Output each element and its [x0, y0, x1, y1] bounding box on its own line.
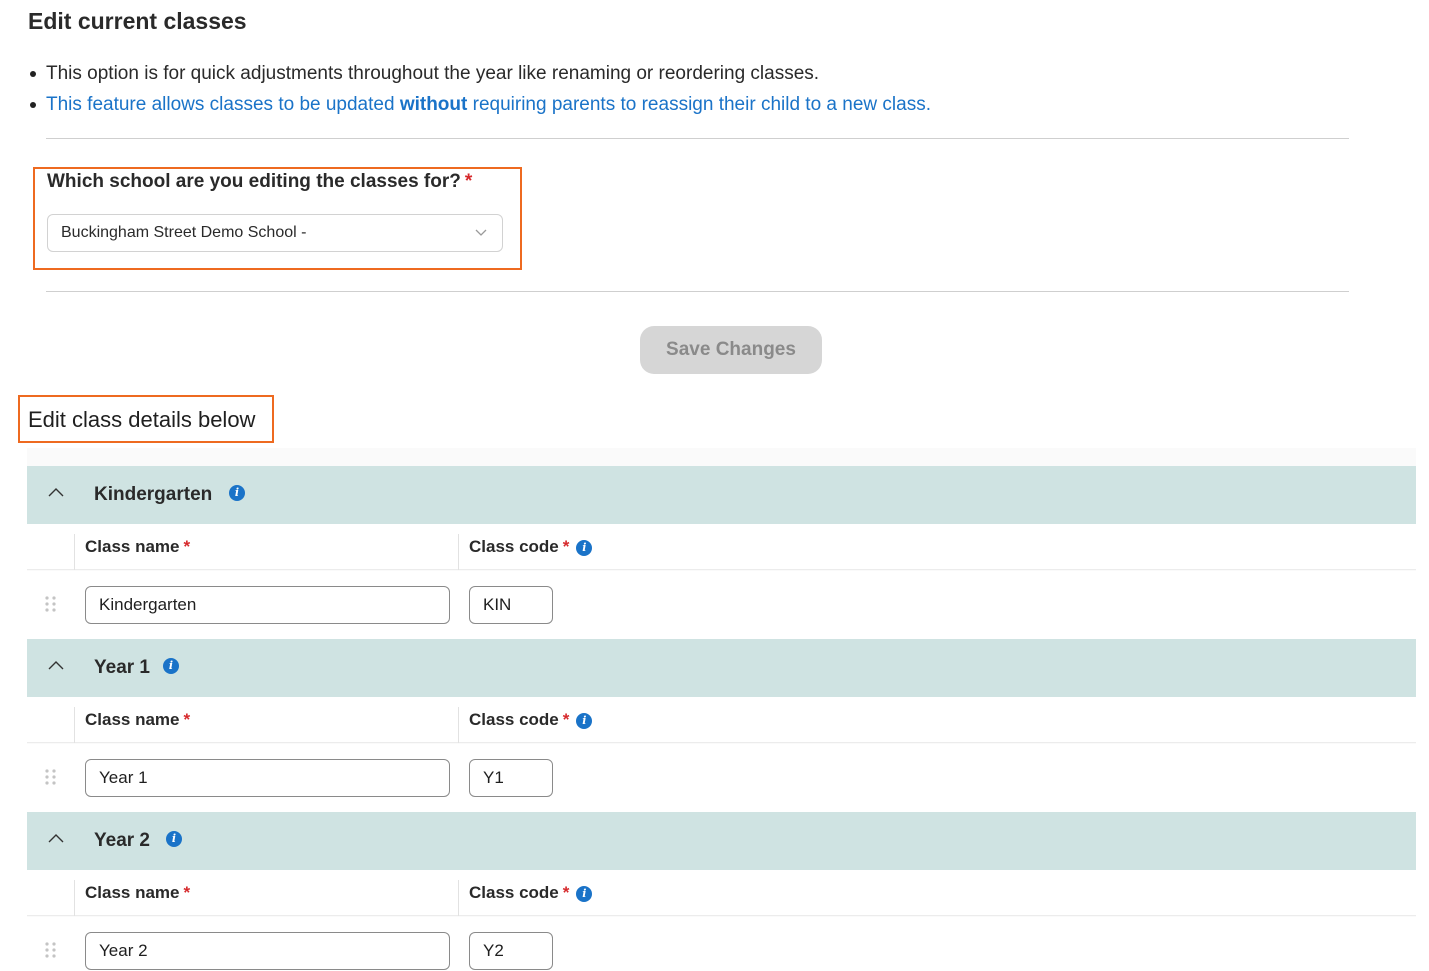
bullet-feature-post: requiring parents to reassign their chil…	[467, 94, 931, 115]
chevron-down-icon	[475, 229, 487, 236]
class-name-header: Class name *	[85, 883, 190, 903]
class-name-header: Class name *	[85, 710, 190, 730]
required-mark: *	[183, 537, 191, 556]
chevron-up-icon[interactable]	[47, 484, 65, 502]
info-bullets: This option is for quick adjustments thr…	[30, 58, 931, 120]
class-code-header-text: Class code	[469, 883, 559, 902]
class-code-header: Class code * i	[469, 710, 593, 730]
class-name-header-text: Class name	[85, 710, 180, 729]
column-separator	[74, 707, 75, 743]
class-row-kindergarten	[27, 571, 1416, 639]
info-icon[interactable]: i	[576, 540, 593, 556]
class-code-header: Class code * i	[469, 537, 593, 557]
class-name-header-text: Class name	[85, 537, 180, 556]
section-title: Edit class details below	[28, 407, 256, 432]
info-icon[interactable]: i	[576, 713, 593, 729]
info-icon[interactable]: i	[576, 886, 593, 902]
class-name-header: Class name *	[85, 537, 190, 557]
class-name-header-text: Class name	[85, 883, 180, 902]
info-icon[interactable]: i	[166, 831, 182, 847]
save-changes-button[interactable]: Save Changes	[640, 326, 822, 374]
group-title: Year 1	[94, 657, 150, 678]
class-row-year-2	[27, 917, 1416, 971]
column-header-row: Class name * Class code * i	[27, 697, 1416, 743]
chevron-up-icon[interactable]	[47, 657, 65, 675]
school-field-label: Which school are you editing the classes…	[47, 171, 472, 193]
drag-handle-icon[interactable]	[44, 595, 58, 613]
bullet-feature-pre: This feature allows classes to be update…	[46, 94, 400, 115]
group-title: Year 2	[94, 830, 150, 851]
column-separator	[458, 880, 459, 916]
class-code-header-text: Class code	[469, 537, 559, 556]
column-separator	[458, 707, 459, 743]
divider-bottom	[46, 291, 1349, 292]
school-select[interactable]: Buckingham Street Demo School -	[47, 214, 503, 252]
school-field-label-text: Which school are you editing the classes…	[47, 171, 461, 192]
column-header-row: Class name * Class code * i	[27, 524, 1416, 570]
class-name-input[interactable]	[85, 759, 450, 797]
required-mark: *	[183, 883, 191, 902]
group-header-year-1[interactable]: Year 1 i	[27, 639, 1416, 697]
school-select-value: Buckingham Street Demo School -	[61, 224, 307, 241]
column-separator	[74, 880, 75, 916]
column-separator	[458, 534, 459, 570]
class-code-input[interactable]	[469, 759, 553, 797]
class-code-input[interactable]	[469, 586, 553, 624]
info-icon[interactable]: i	[163, 658, 179, 674]
drag-handle-icon[interactable]	[44, 768, 58, 786]
column-separator	[74, 534, 75, 570]
required-mark: *	[464, 171, 473, 192]
chevron-up-icon[interactable]	[47, 830, 65, 848]
required-mark: *	[562, 883, 570, 902]
class-row-year-1	[27, 744, 1416, 812]
bullet-feature-note: This feature allows classes to be update…	[30, 89, 931, 120]
group-header-kindergarten[interactable]: Kindergarten i	[27, 466, 1416, 524]
group-header-year-2[interactable]: Year 2 i	[27, 812, 1416, 870]
drag-handle-icon[interactable]	[44, 941, 58, 959]
required-mark: *	[562, 710, 570, 729]
class-name-input[interactable]	[85, 586, 450, 624]
page-title: Edit current classes	[28, 8, 247, 34]
bullet-quick-adjustments: This option is for quick adjustments thr…	[30, 58, 931, 89]
info-icon[interactable]: i	[229, 485, 245, 501]
class-code-header-text: Class code	[469, 710, 559, 729]
bullet-feature-bold: without	[399, 94, 468, 115]
required-mark: *	[562, 537, 570, 556]
divider-top	[46, 138, 1349, 139]
class-code-header: Class code * i	[469, 883, 593, 903]
required-mark: *	[183, 710, 191, 729]
column-header-row: Class name * Class code * i	[27, 870, 1416, 916]
class-name-input[interactable]	[85, 932, 450, 970]
group-title: Kindergarten	[94, 484, 213, 505]
class-code-input[interactable]	[469, 932, 553, 970]
